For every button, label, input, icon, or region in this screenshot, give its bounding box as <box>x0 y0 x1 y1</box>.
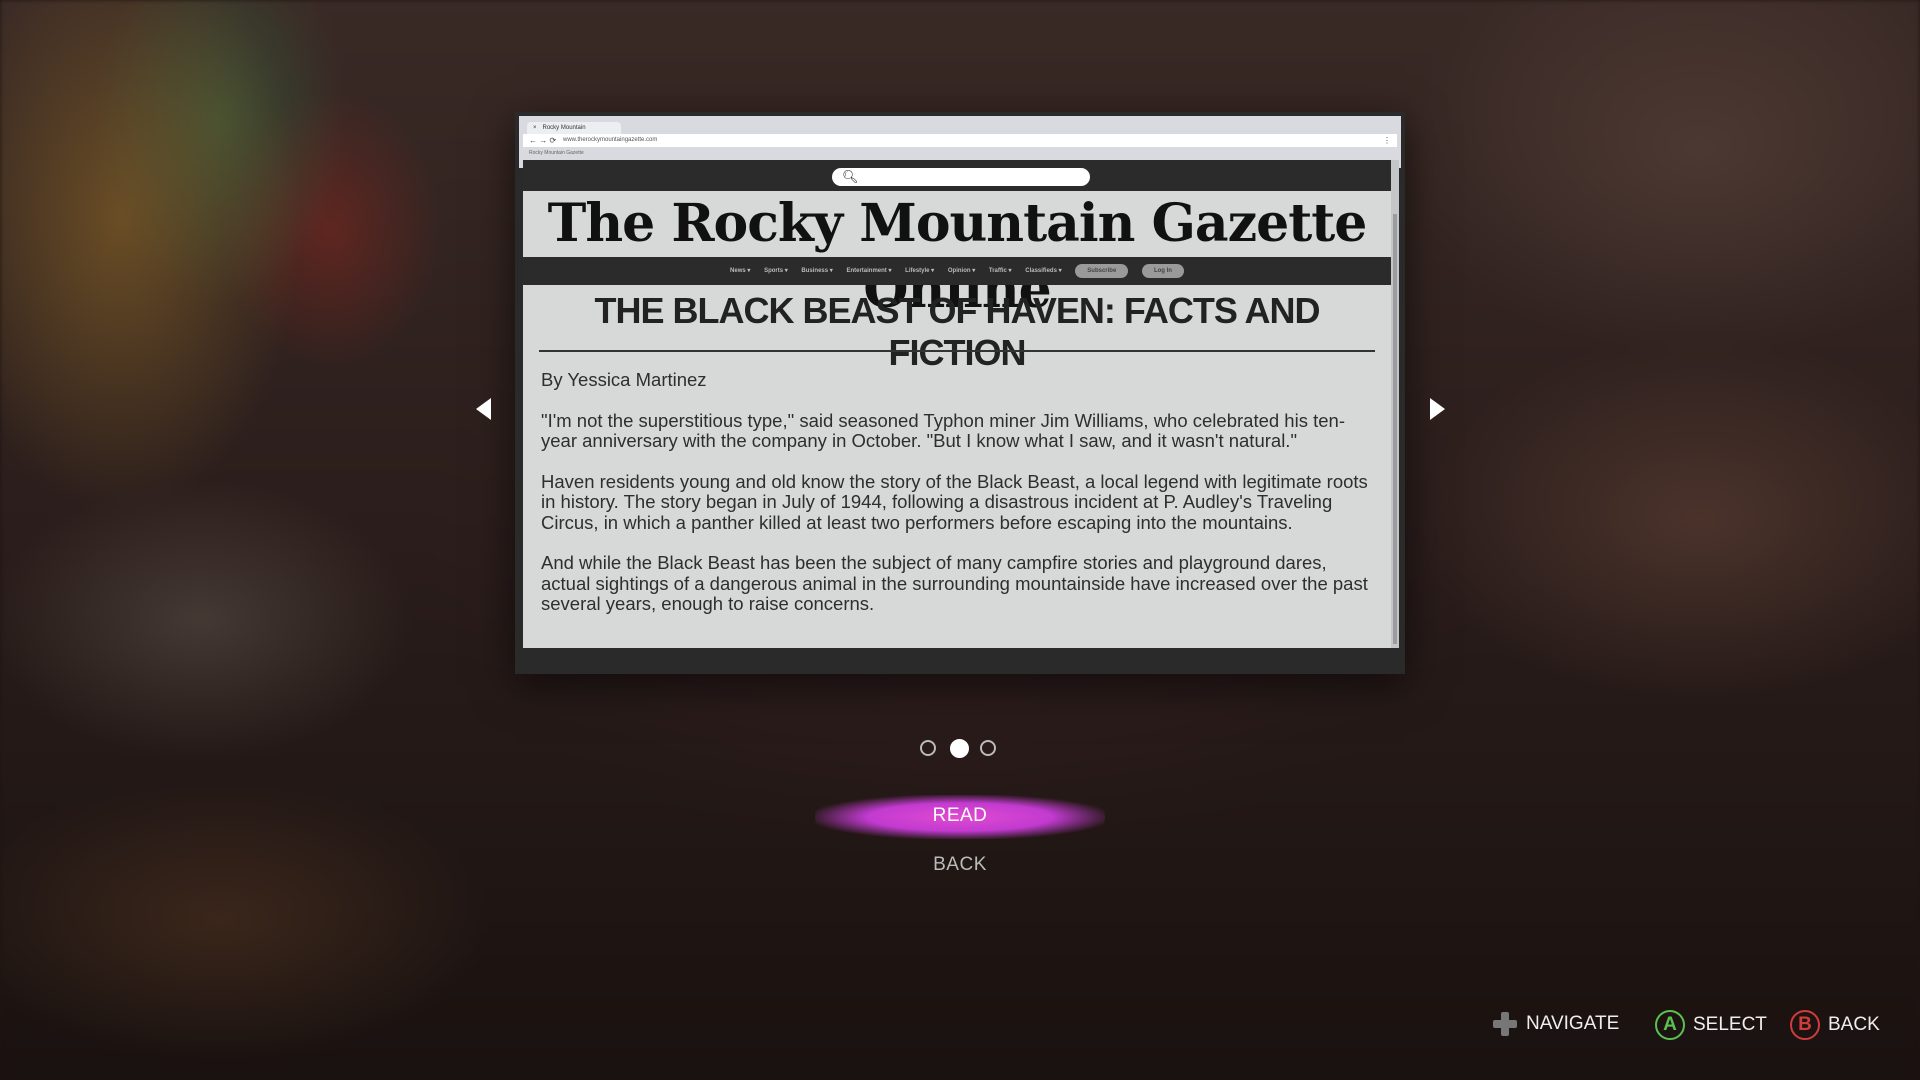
site-navbar: News ▾ Sports ▾ Business ▾ Entertainment… <box>523 257 1391 285</box>
back-button[interactable]: BACK <box>860 854 1060 876</box>
next-arrow-icon[interactable] <box>1430 398 1445 420</box>
article-preview-card: × Rocky Mountain www.therockymountaingaze… <box>515 112 1405 674</box>
site-masthead: The Rocky Mountain Gazette Online <box>547 193 1368 320</box>
navigate-hint: NAVIGATE <box>1492 1010 1619 1038</box>
a-button-icon: A <box>1655 1010 1685 1040</box>
site-nav-item: Business ▾ <box>801 268 833 274</box>
previous-arrow-icon[interactable] <box>476 398 491 420</box>
page-dot-2[interactable] <box>950 739 969 758</box>
select-label: SELECT <box>1693 1014 1767 1036</box>
scrollbar-thumb <box>1393 214 1397 644</box>
bookmarks-bar: Rocky Mountain Gazette <box>529 150 584 156</box>
back-hint-label: BACK <box>1828 1014 1880 1036</box>
b-button-icon: B <box>1790 1010 1820 1040</box>
article-headline: THE BLACK BEAST OF HAVEN: FACTS AND FICT… <box>594 290 1321 373</box>
back-hint: B BACK <box>1790 1010 1880 1040</box>
page-dot-1[interactable] <box>920 740 936 756</box>
article-body: By Yessica Martinez "I'm not the superst… <box>541 369 1375 635</box>
tab-close-icon: × <box>533 125 537 131</box>
read-button[interactable]: READ <box>860 805 1060 827</box>
browser-tab: × Rocky Mountain <box>527 122 621 134</box>
article-paragraph: And while the Black Beast has been the s… <box>541 552 1368 614</box>
navigate-label: NAVIGATE <box>1526 1013 1620 1034</box>
dpad-icon <box>1492 1011 1518 1037</box>
webpage: 🔍︎ The Rocky Mountain Gazette Online New… <box>523 160 1391 648</box>
select-hint: A SELECT <box>1655 1010 1767 1040</box>
article-paragraph: "I'm not the superstitious type," said s… <box>541 409 1345 451</box>
page-scrollbar <box>1391 160 1399 648</box>
tab-label: Rocky Mountain <box>542 125 586 131</box>
site-nav-item: Opinion ▾ <box>947 268 976 274</box>
search-icon: 🔍︎ <box>842 169 859 184</box>
login-pill: Log In <box>1141 264 1184 278</box>
browser-menu-icon: ⋮ <box>1383 136 1391 145</box>
browser-nav-icons: ← → ⟳ <box>529 136 557 145</box>
article-paragraph: Haven residents young and old know the s… <box>541 470 1368 533</box>
site-nav-item: Lifestyle ▾ <box>905 268 935 274</box>
site-search-bar: 🔍︎ <box>523 160 1391 191</box>
subscribe-pill: Subscribe <box>1075 264 1129 278</box>
address-bar: www.therockymountaingazette.com <box>523 134 1397 147</box>
site-search-input <box>832 168 1090 186</box>
site-nav-item: Traffic ▾ <box>988 268 1012 274</box>
article-byline: By Yessica Martinez <box>541 369 707 390</box>
page-dot-3[interactable] <box>980 740 996 756</box>
site-nav-item: Classifieds ▾ <box>1025 268 1062 274</box>
site-nav-item: News ▾ <box>730 268 751 274</box>
site-nav-item: Sports ▾ <box>764 268 788 274</box>
pagination-dots <box>920 739 1002 760</box>
site-nav-item: Entertainment ▾ <box>846 268 892 274</box>
headline-divider <box>539 350 1375 352</box>
